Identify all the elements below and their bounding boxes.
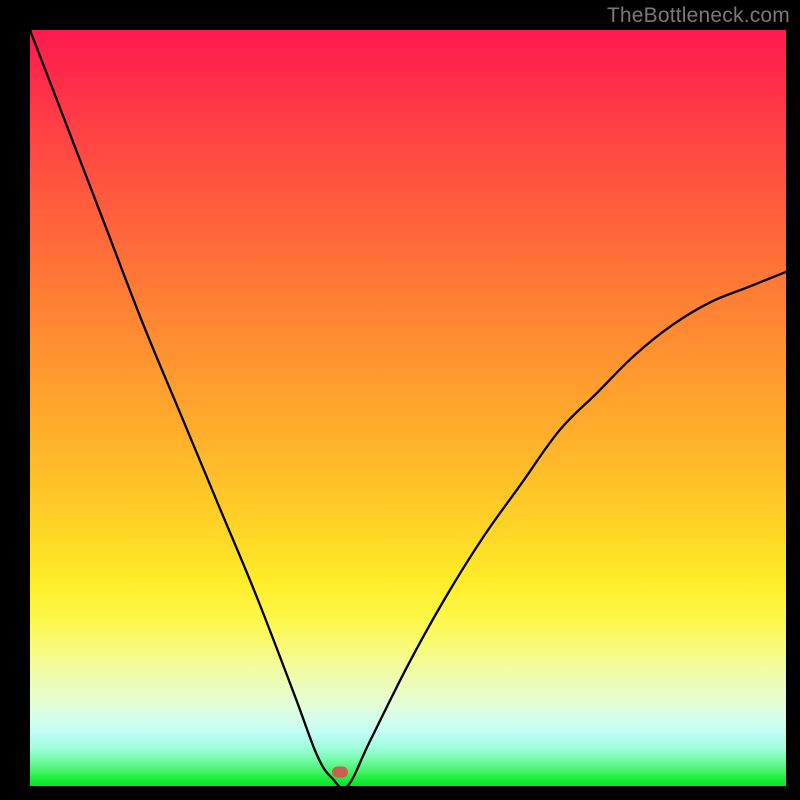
watermark-text: TheBottleneck.com (607, 4, 790, 28)
curve-path (30, 30, 786, 786)
bottleneck-curve (30, 30, 786, 786)
chart-frame: TheBottleneck.com (0, 0, 800, 800)
optimum-marker (332, 767, 348, 778)
plot-area (30, 30, 786, 786)
